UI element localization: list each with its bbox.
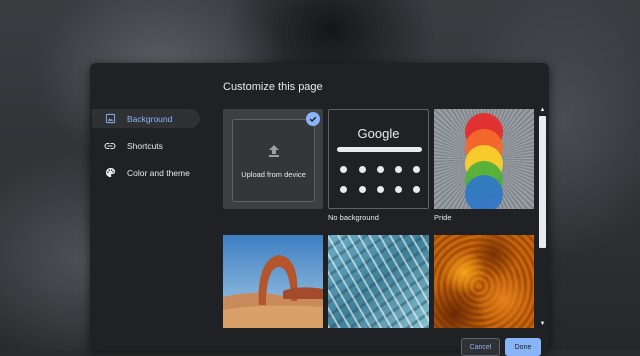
google-logo: Google bbox=[357, 126, 400, 141]
pride-tile[interactable] bbox=[434, 109, 534, 209]
scrollbar-thumb[interactable] bbox=[539, 116, 546, 248]
nav-item-shortcuts[interactable]: Shortcuts bbox=[92, 136, 200, 155]
shortcut-dot bbox=[395, 186, 402, 193]
upload-label: Upload from device bbox=[241, 170, 306, 179]
dialog-title: Customize this page bbox=[223, 81, 323, 93]
upload-from-device-tile[interactable]: Upload from device bbox=[232, 119, 315, 202]
shortcut-dot bbox=[340, 186, 347, 193]
customize-dialog: Customize this page Background Shortcuts… bbox=[90, 63, 549, 350]
scroll-down-icon[interactable]: ▼ bbox=[538, 320, 547, 328]
search-bar-preview bbox=[337, 147, 422, 152]
link-icon bbox=[103, 139, 117, 153]
image-icon bbox=[103, 112, 117, 126]
upload-icon bbox=[269, 144, 279, 162]
shortcut-dot bbox=[359, 186, 366, 193]
nav-item-color-and-theme[interactable]: Color and theme bbox=[92, 163, 200, 182]
arch-landscape-tile[interactable] bbox=[223, 235, 323, 328]
pride-circle-blue bbox=[465, 175, 503, 209]
shortcut-dot bbox=[377, 166, 384, 173]
scrollbar[interactable]: ▲ ▼ bbox=[538, 106, 547, 328]
orange-texture-tile[interactable] bbox=[434, 235, 534, 328]
nav-item-label: Shortcuts bbox=[127, 140, 163, 151]
cancel-button[interactable]: Cancel bbox=[461, 338, 500, 356]
pride-label: Pride bbox=[434, 213, 452, 222]
nav-item-background[interactable]: Background bbox=[92, 109, 200, 128]
done-button[interactable]: Done bbox=[505, 338, 541, 356]
shortcut-dot bbox=[413, 186, 420, 193]
glass-architecture-tile[interactable] bbox=[328, 235, 429, 328]
shortcut-dot bbox=[340, 166, 347, 173]
nav-item-label: Background bbox=[127, 113, 173, 124]
no-background-tile[interactable]: Google bbox=[328, 109, 429, 209]
selected-check-icon bbox=[306, 112, 320, 126]
shortcut-dot bbox=[395, 166, 402, 173]
shortcut-dot bbox=[413, 166, 420, 173]
nav-item-label: Color and theme bbox=[127, 167, 190, 178]
shortcut-dot bbox=[377, 186, 384, 193]
palette-icon bbox=[103, 166, 117, 180]
no-background-label: No background bbox=[328, 213, 379, 222]
shortcut-dot bbox=[359, 166, 366, 173]
scroll-up-icon[interactable]: ▲ bbox=[538, 106, 547, 114]
